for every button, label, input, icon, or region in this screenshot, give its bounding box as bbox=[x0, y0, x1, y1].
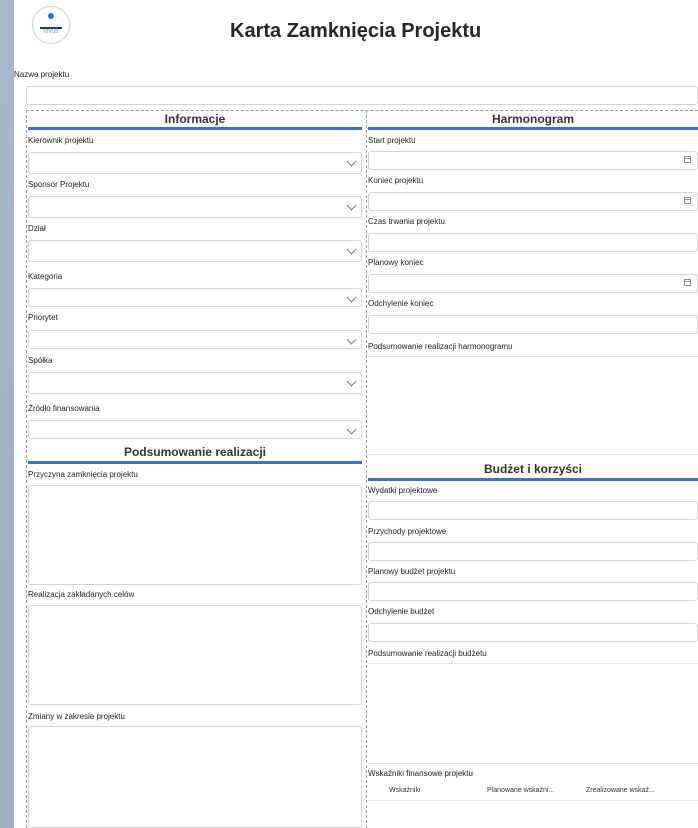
section-budget-underline bbox=[368, 478, 698, 481]
scope-changes-textarea[interactable] bbox=[28, 726, 362, 828]
logo-dot-icon bbox=[48, 13, 54, 19]
chevron-down-icon bbox=[346, 376, 357, 387]
department-select[interactable] bbox=[28, 240, 362, 262]
sponsor-label: Sponsor Projektu bbox=[28, 180, 90, 189]
revenue-label: Przychody projektowe bbox=[368, 527, 447, 536]
chevron-down-icon bbox=[346, 424, 357, 435]
section-summary-header: Podsumowanie realizacji bbox=[123, 445, 267, 459]
page-title: Karta Zamknięcia Projektu bbox=[230, 20, 482, 42]
calendar-icon[interactable] bbox=[684, 197, 691, 204]
manager-label: Kierownik projektu bbox=[28, 136, 94, 145]
planned-end-date-input[interactable] bbox=[368, 274, 698, 293]
indicators-col-name[interactable]: Wskaźniki bbox=[389, 787, 421, 794]
planned-end-label: Planowy koniec bbox=[368, 258, 424, 267]
section-info-underline bbox=[28, 127, 362, 130]
frame-left bbox=[26, 110, 27, 828]
expenses-input[interactable] bbox=[368, 501, 698, 520]
department-label: Dział bbox=[28, 224, 46, 233]
end-label: Koniec projektu bbox=[368, 176, 424, 185]
funding-select[interactable] bbox=[28, 420, 362, 439]
budget-summary-textarea[interactable] bbox=[368, 664, 698, 762]
category-label: Kategoria bbox=[28, 272, 63, 281]
expenses-label: Wydatki projektowe bbox=[368, 486, 438, 495]
schedule-summary-bottom-line bbox=[368, 454, 698, 455]
budget-deviation-label: Odchylenie budżet bbox=[368, 607, 435, 616]
goals-textarea[interactable] bbox=[28, 605, 362, 705]
section-budget-header: Budżet i korzyści bbox=[483, 462, 583, 476]
section-schedule-header: Harmonogram bbox=[491, 112, 574, 126]
logo-text: VIVUS bbox=[43, 29, 59, 35]
chevron-down-icon bbox=[346, 200, 357, 211]
end-deviation-label: Odchylenie koniec bbox=[368, 299, 434, 308]
start-date-input[interactable] bbox=[368, 151, 698, 170]
duration-label: Czas trwania projektu bbox=[368, 217, 445, 226]
budget-summary-label: Podsumowanie realizacji budżetu bbox=[368, 649, 487, 658]
indicators-label: Wskaźniki finansowe projektu bbox=[368, 769, 473, 778]
priority-select[interactable] bbox=[28, 330, 362, 349]
indicators-col-realized[interactable]: Zrealizowane wskaź... bbox=[586, 787, 655, 794]
goals-label: Realizacja zakładanych celów bbox=[28, 590, 135, 599]
chevron-down-icon bbox=[346, 156, 357, 167]
frame-top bbox=[26, 110, 698, 111]
company-select[interactable] bbox=[28, 372, 362, 394]
end-date-input[interactable] bbox=[368, 192, 698, 211]
indicators-header-line bbox=[368, 800, 698, 801]
budget-deviation-input[interactable] bbox=[368, 623, 698, 642]
chevron-down-icon bbox=[346, 244, 357, 255]
budget-summary-bottom-line bbox=[368, 763, 698, 764]
start-label: Start projektu bbox=[368, 136, 416, 145]
sponsor-select[interactable] bbox=[28, 196, 362, 218]
section-summary-underline bbox=[28, 461, 362, 464]
section-info-header: Informacje bbox=[164, 112, 226, 126]
revenue-input[interactable] bbox=[368, 542, 698, 561]
logo-wave-icon bbox=[40, 21, 62, 29]
manager-select[interactable] bbox=[28, 152, 362, 174]
schedule-summary-textarea[interactable] bbox=[368, 357, 698, 453]
chevron-down-icon bbox=[346, 292, 357, 303]
section-schedule-underline bbox=[368, 127, 698, 130]
project-name-label: Nazwa projektu bbox=[14, 70, 70, 79]
closure-reason-label: Przyczyna zamknięcia projektu bbox=[28, 470, 138, 479]
planned-budget-label: Planowy budżet projektu bbox=[368, 567, 456, 576]
priority-label: Priorytet bbox=[28, 313, 58, 322]
schedule-summary-label: Podsumowanie realizacji harmonogramu bbox=[368, 342, 513, 351]
planned-budget-input[interactable] bbox=[368, 582, 698, 601]
indicators-col-planned[interactable]: Planowane wskaźni... bbox=[487, 787, 554, 794]
company-logo: VIVUS bbox=[32, 6, 70, 44]
funding-label: Źródło finansowania bbox=[28, 404, 100, 413]
end-deviation-input[interactable] bbox=[368, 315, 698, 334]
frame-center bbox=[366, 110, 367, 828]
duration-input[interactable] bbox=[368, 233, 698, 252]
project-name-input[interactable] bbox=[26, 86, 698, 105]
company-label: Spółka bbox=[28, 356, 53, 365]
category-select[interactable] bbox=[28, 288, 362, 307]
closure-reason-textarea[interactable] bbox=[28, 485, 362, 585]
chevron-down-icon bbox=[346, 334, 357, 345]
calendar-icon[interactable] bbox=[684, 279, 691, 286]
calendar-icon[interactable] bbox=[684, 156, 691, 163]
form-sheet: VIVUS Karta Zamknięcia Projektu Nazwa pr… bbox=[14, 0, 698, 828]
scope-changes-label: Zmiany w zakresie projektu bbox=[28, 712, 125, 721]
